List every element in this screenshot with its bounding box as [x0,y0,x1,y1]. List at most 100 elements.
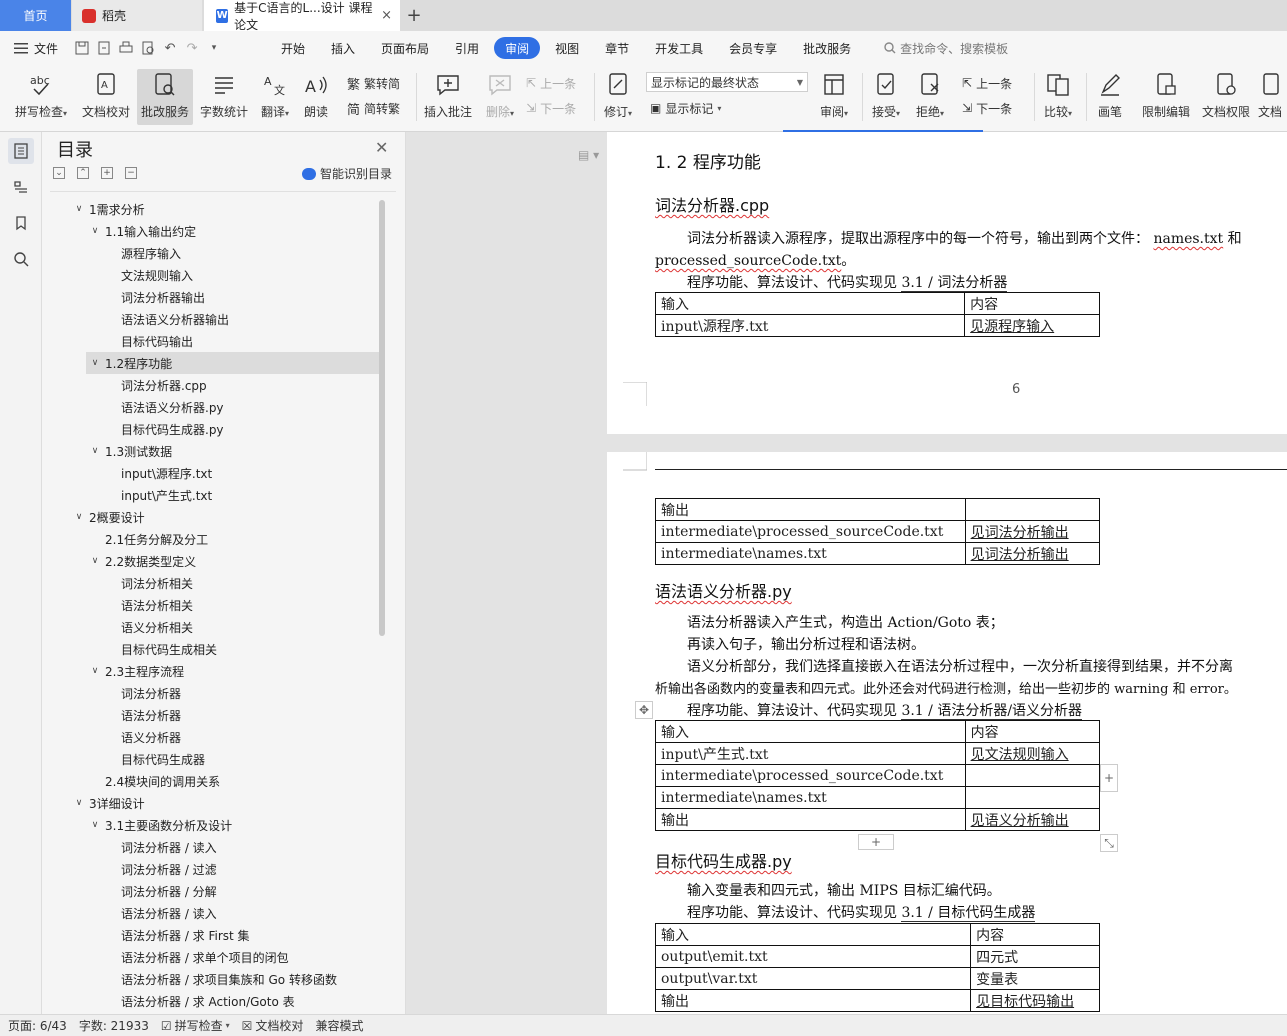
collapse-all-icon[interactable]: ⌄ [53,167,65,179]
table-cell[interactable]: intermediate\processed_sourceCode.txt [655,764,966,787]
toc-item[interactable]: 语法分析器 / 求 Action/Goto 表 [42,990,382,1012]
chevron-down-icon[interactable]: ∨ [88,226,102,236]
table-cell[interactable]: 输入 [654,292,966,315]
table-cell[interactable]: 内容 [970,923,1100,946]
toc-item[interactable]: 2.4模块间的调用关系 [42,770,382,792]
word-count-button[interactable]: 字数统计 [196,69,252,125]
toc-item[interactable]: 目标代码生成器 [42,748,382,770]
table-cell[interactable]: intermediate\names.txt [655,786,966,809]
doc-rights-button[interactable]: 文档权限 [1198,69,1254,125]
table-cell[interactable]: intermediate\names.txt [655,542,966,565]
add-row-icon[interactable]: + [858,834,894,850]
toc-item[interactable]: ∨ 1需求分析 [42,198,382,220]
toc-item[interactable]: 词法分析器 / 过滤 [42,858,382,880]
toc-item[interactable]: 词法分析器.cpp [42,374,382,396]
toc-item[interactable]: 语法分析器 [42,704,382,726]
chevron-down-icon[interactable]: ∨ [88,358,102,368]
chevron-down-icon[interactable]: ∨ [72,798,86,808]
chapter-nav-icon[interactable] [8,174,34,200]
table-cell[interactable]: 变量表 [970,967,1100,990]
toc-item[interactable]: 目标代码生成器.py [42,418,382,440]
table-cell[interactable]: 见语义分析输出 [964,808,1101,831]
chevron-down-icon[interactable]: ∨ [88,666,102,676]
menu-tab-1[interactable]: 插入 [320,37,366,59]
toc-item[interactable]: 语义分析相关 [42,616,382,638]
table-cell[interactable]: 输出 [654,989,972,1012]
toc-item[interactable]: ∨ 2.2数据类型定义 [42,550,382,572]
table-cell[interactable]: 见源程序输入 [964,314,1100,337]
remove-heading-icon[interactable]: − [125,167,137,179]
compare-button[interactable]: 比较▾ [1038,69,1078,125]
table-cell[interactable]: 见文法规则输入 [964,742,1101,765]
close-icon[interactable]: ✕ [375,138,388,157]
restrict-edit-button[interactable]: 限制编辑 [1138,69,1194,125]
toc-item[interactable]: ∨ 1.2程序功能 [86,352,382,374]
reject-button[interactable]: 拒绝▾ [910,69,950,125]
next-comment-button[interactable]: ⇲ 下一条 [526,98,576,118]
menu-tab-0[interactable]: 开始 [270,37,316,59]
delete-comment-button[interactable]: 删除▾ [480,69,520,125]
toc-item[interactable]: 目标代码输出 [42,330,382,352]
next-change-button[interactable]: ⇲ 下一条 [962,98,1012,118]
command-search[interactable]: 查找命令、搜索模板 [884,40,1008,57]
toc-item[interactable]: 词法分析器 [42,682,382,704]
table-cell[interactable]: input\产生式.txt [655,742,966,765]
menu-tab-4[interactable]: 审阅 [494,37,541,59]
table-cell[interactable]: intermediate\processed_sourceCode.txt [655,520,966,543]
menu-tab-8[interactable]: 会员专享 [718,37,788,59]
prev-comment-button[interactable]: ⇱ 上一条 [526,73,576,93]
expand-up-icon[interactable]: ⌃ [77,167,89,179]
table-cell[interactable]: 见词法分析输出 [964,542,1101,565]
toc-item[interactable]: 词法分析器输出 [42,286,382,308]
toc-item[interactable]: input\源程序.txt [42,462,382,484]
toc-item[interactable]: 文法规则输入 [42,264,382,286]
table-cell[interactable] [964,498,1101,521]
toc-item[interactable]: 语法分析器 / 求项目集族和 Go 转移函数 [42,968,382,990]
toc-item[interactable]: 语法语义分析器输出 [42,308,382,330]
add-heading-icon[interactable]: + [101,167,113,179]
doc-more-button[interactable]: 文档 [1258,69,1287,125]
toc-item[interactable]: ∨ 3详细设计 [42,792,382,814]
cross-reference-link[interactable]: 3.1 / 语法分析器/语义分析器 [901,703,1083,720]
markup-display-select[interactable]: 显示标记的最终状态 ▼ [646,72,808,92]
show-markup-button[interactable]: ▣ 显示标记 ▾ [650,98,721,118]
toc-panel-icon[interactable] [8,138,34,164]
toc-item[interactable]: 词法分析器 / 分解 [42,880,382,902]
menu-tab-2[interactable]: 页面布局 [370,37,440,59]
translate-button[interactable]: A文 翻译▾ [255,69,295,125]
toc-scrollbar[interactable] [379,200,385,636]
toc-item[interactable]: 词法分析相关 [42,572,382,594]
spell-check-toggle[interactable]: ☑ 拼写检查 ▾ [161,1017,230,1034]
word-count-indicator[interactable]: 字数: 21933 [79,1017,149,1034]
table-cell[interactable]: output\var.txt [654,967,972,990]
chevron-down-icon[interactable]: ∨ [88,820,102,830]
toc-item[interactable]: 源程序输入 [42,242,382,264]
table-cell[interactable]: 见目标代码输出 [970,989,1100,1012]
bookmark-icon[interactable] [8,210,34,236]
export-pdf-icon[interactable] [96,40,112,56]
new-tab-button[interactable]: + [400,0,428,31]
table-cell[interactable]: 输入 [654,923,972,946]
table-cell[interactable] [964,764,1101,787]
page-layout-icon[interactable]: ▤ ▾ [578,148,599,162]
review-pane-button[interactable]: 审阅▾ [815,69,853,125]
spell-check-button[interactable]: abc 拼写检查▾ [8,69,74,125]
toc-item[interactable]: 语法分析相关 [42,594,382,616]
table-cell[interactable]: 见词法分析输出 [964,520,1101,543]
table-cell[interactable]: 输出 [655,808,966,831]
toc-item[interactable]: 目标代码生成相关 [42,638,382,660]
table-cell[interactable]: 输出 [655,498,966,521]
toc-item[interactable]: ∨ 3.1主要函数分析及设计 [42,814,382,836]
save-icon[interactable] [74,40,90,56]
proofread-toggle[interactable]: ☒ 文档校对 [242,1017,304,1034]
cross-reference-link[interactable]: 3.1 / 目标代码生成器 [901,905,1036,922]
toc-item[interactable]: 2.1任务分解及分工 [42,528,382,550]
table-cell[interactable]: 四元式 [970,945,1100,968]
toc-item[interactable]: 语法分析器 / 读入 [42,902,382,924]
tab-daoke[interactable]: 稻壳 [72,0,202,31]
prev-change-button[interactable]: ⇱ 上一条 [962,73,1012,93]
revise-button[interactable]: 修订▾ [598,69,638,125]
table-cell[interactable]: output\emit.txt [654,945,972,968]
toc-item[interactable]: 语义分析器 [42,726,382,748]
table-cell[interactable]: input\源程序.txt [654,314,966,337]
